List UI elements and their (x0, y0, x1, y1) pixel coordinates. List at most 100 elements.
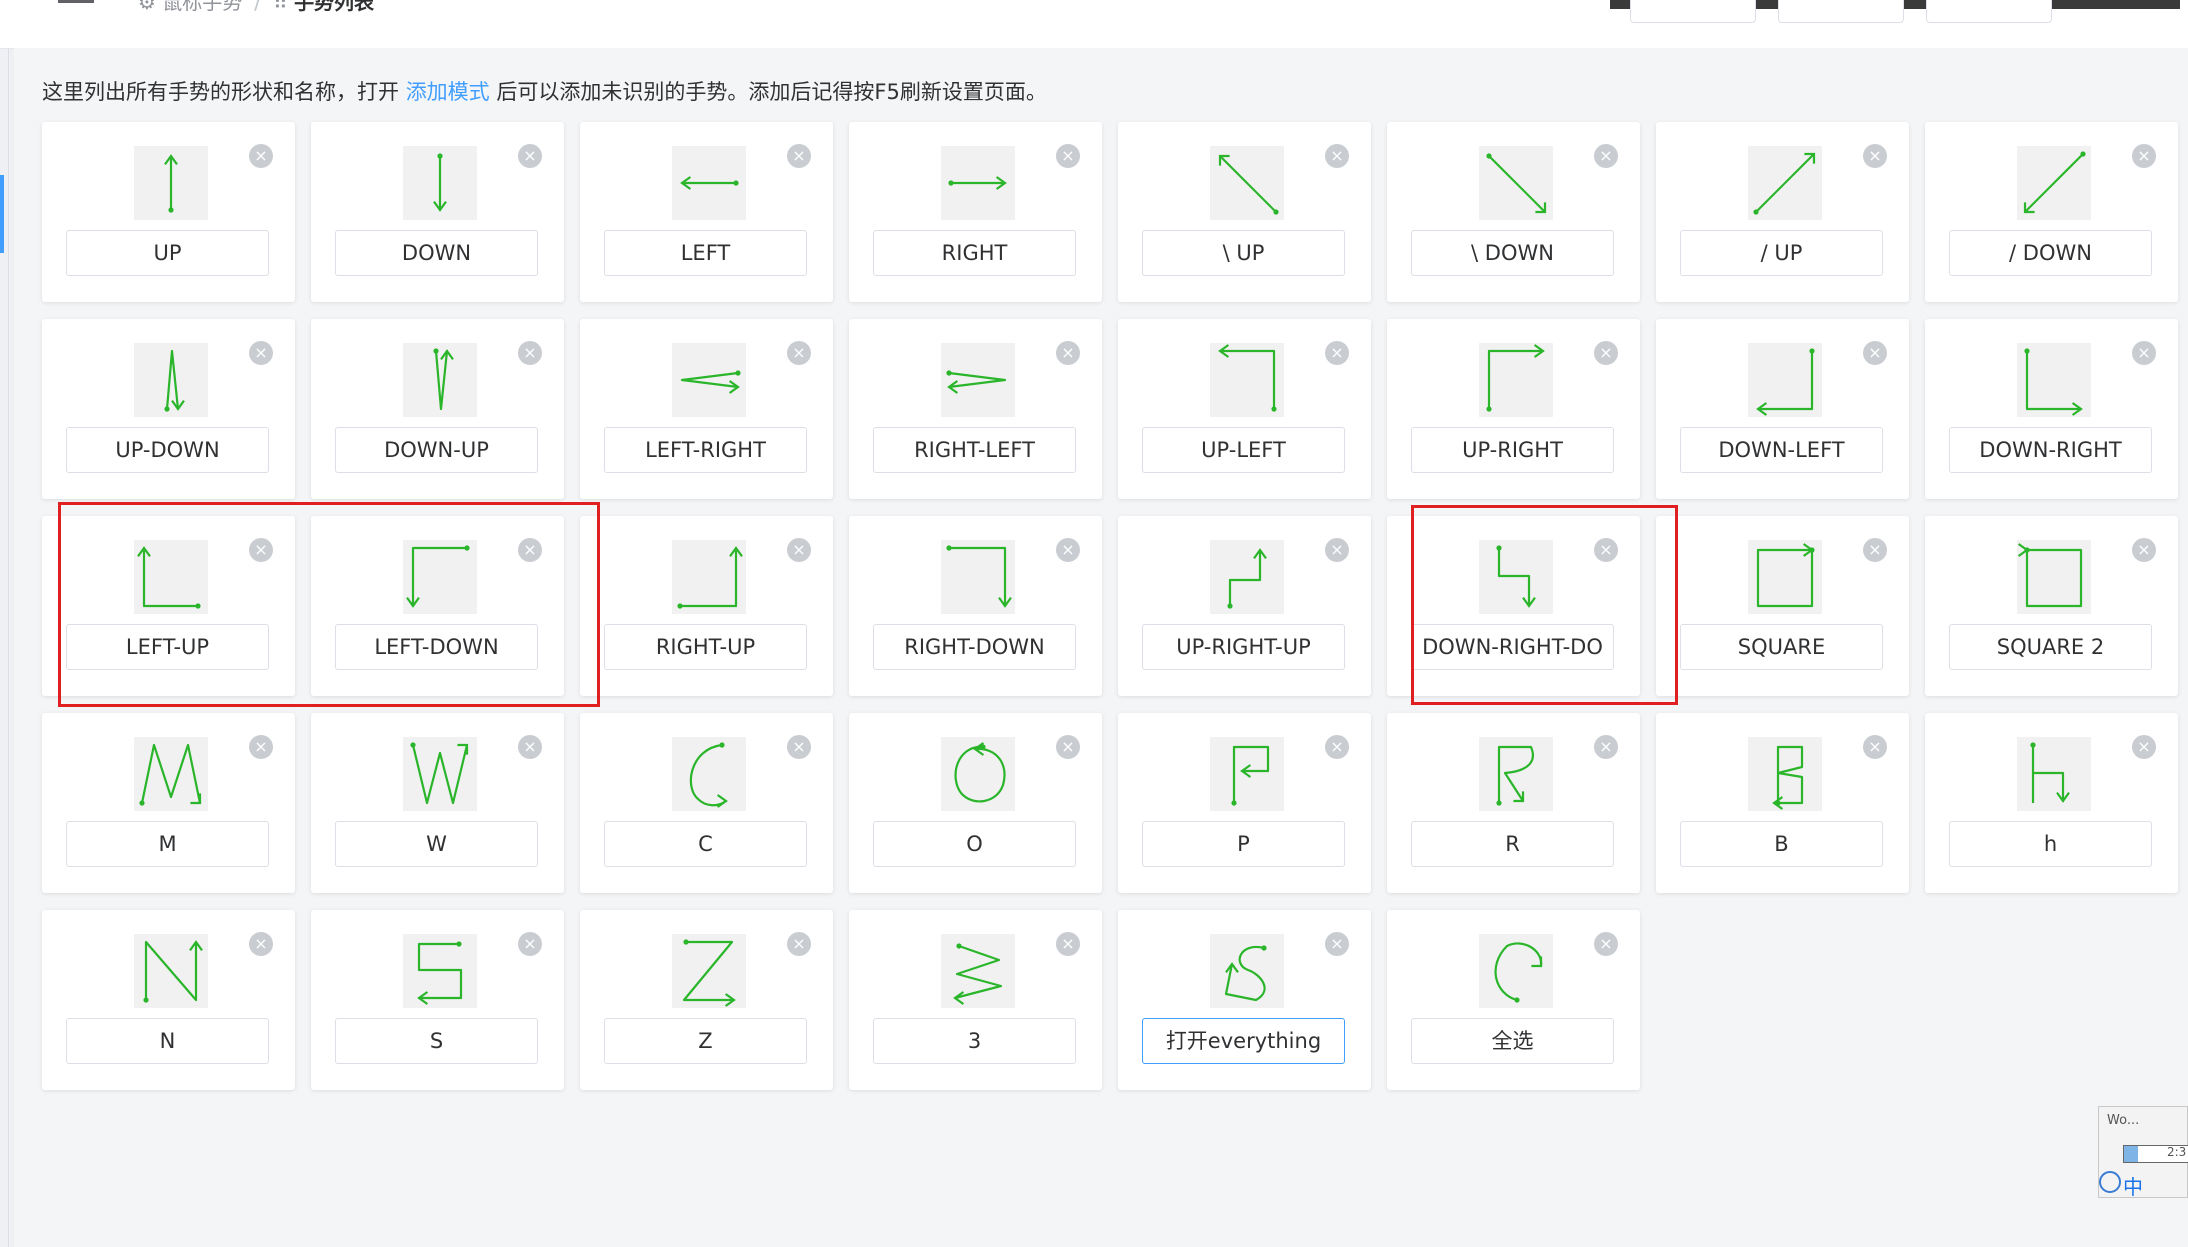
gesture-card[interactable]: × UP-LEFT (1118, 319, 1371, 499)
gesture-name-input[interactable]: Z (604, 1018, 807, 1064)
gesture-card[interactable]: × RIGHT (849, 122, 1102, 302)
menu-toggle-icon[interactable] (58, 0, 94, 11)
gesture-card[interactable]: × UP (42, 122, 295, 302)
delete-gesture-icon[interactable]: × (249, 341, 273, 365)
gesture-name-input[interactable]: DOWN-RIGHT (1949, 427, 2152, 473)
gesture-card[interactable]: × RIGHT-DOWN (849, 516, 1102, 696)
gesture-name-input[interactable]: h (1949, 821, 2152, 867)
gesture-name-input[interactable]: R (1411, 821, 1614, 867)
delete-gesture-icon[interactable]: × (1056, 538, 1080, 562)
gesture-card[interactable]: × \ DOWN (1387, 122, 1640, 302)
gesture-card[interactable]: × UP-RIGHT-UP (1118, 516, 1371, 696)
gesture-name-input[interactable]: RIGHT-DOWN (873, 624, 1076, 670)
gesture-card[interactable]: × 全选 (1387, 910, 1640, 1090)
delete-gesture-icon[interactable]: × (518, 932, 542, 956)
gesture-name-input[interactable]: SQUARE (1680, 624, 1883, 670)
gesture-card[interactable]: × SQUARE (1656, 516, 1909, 696)
gesture-card[interactable]: × M (42, 713, 295, 893)
gesture-card[interactable]: × C (580, 713, 833, 893)
gesture-card[interactable]: × R (1387, 713, 1640, 893)
delete-gesture-icon[interactable]: × (1325, 144, 1349, 168)
delete-gesture-icon[interactable]: × (787, 932, 811, 956)
gesture-name-input[interactable]: O (873, 821, 1076, 867)
gesture-name-input[interactable]: RIGHT (873, 230, 1076, 276)
delete-gesture-icon[interactable]: × (1594, 735, 1618, 759)
delete-gesture-icon[interactable]: × (1325, 735, 1349, 759)
delete-gesture-icon[interactable]: × (1325, 538, 1349, 562)
gesture-name-input[interactable]: \ UP (1142, 230, 1345, 276)
gesture-card[interactable]: × LEFT (580, 122, 833, 302)
gesture-card[interactable]: × UP-RIGHT (1387, 319, 1640, 499)
gesture-card[interactable]: × SQUARE 2 (1925, 516, 2178, 696)
gesture-card[interactable]: × N (42, 910, 295, 1090)
header-button-1[interactable] (1630, 0, 1756, 23)
tray-widget[interactable]: Wo... 2:3 中 (2098, 1106, 2188, 1200)
header-button-3[interactable] (1926, 0, 2052, 23)
gesture-name-input[interactable]: UP-LEFT (1142, 427, 1345, 473)
breadcrumb-parent[interactable]: 鼠标手势 (162, 0, 242, 14)
gesture-name-input[interactable]: SQUARE 2 (1949, 624, 2152, 670)
delete-gesture-icon[interactable]: × (2132, 735, 2156, 759)
delete-gesture-icon[interactable]: × (2132, 144, 2156, 168)
gesture-card[interactable]: × RIGHT-LEFT (849, 319, 1102, 499)
gesture-name-input[interactable]: M (66, 821, 269, 867)
gesture-name-input[interactable]: / UP (1680, 230, 1883, 276)
gesture-card[interactable]: × 3 (849, 910, 1102, 1090)
delete-gesture-icon[interactable]: × (1863, 341, 1887, 365)
gesture-name-input[interactable]: N (66, 1018, 269, 1064)
gesture-name-input[interactable]: UP (66, 230, 269, 276)
gesture-card[interactable]: × RIGHT-UP (580, 516, 833, 696)
gesture-card[interactable]: × 打开everything (1118, 910, 1371, 1090)
gesture-name-input[interactable]: UP-RIGHT-UP (1142, 624, 1345, 670)
delete-gesture-icon[interactable]: × (249, 932, 273, 956)
delete-gesture-icon[interactable]: × (1056, 932, 1080, 956)
gesture-name-input[interactable]: RIGHT-UP (604, 624, 807, 670)
gesture-name-input[interactable]: DOWN-LEFT (1680, 427, 1883, 473)
delete-gesture-icon[interactable]: × (518, 144, 542, 168)
delete-gesture-icon[interactable]: × (1056, 144, 1080, 168)
gesture-name-input[interactable]: UP-RIGHT (1411, 427, 1614, 473)
delete-gesture-icon[interactable]: × (2132, 341, 2156, 365)
gesture-name-input[interactable]: B (1680, 821, 1883, 867)
delete-gesture-icon[interactable]: × (1594, 341, 1618, 365)
gesture-name-input[interactable]: 3 (873, 1018, 1076, 1064)
add-mode-link[interactable]: 添加模式 (406, 80, 490, 104)
gesture-card[interactable]: × / UP (1656, 122, 1909, 302)
delete-gesture-icon[interactable]: × (1594, 932, 1618, 956)
delete-gesture-icon[interactable]: × (518, 341, 542, 365)
delete-gesture-icon[interactable]: × (1863, 538, 1887, 562)
delete-gesture-icon[interactable]: × (2132, 538, 2156, 562)
gesture-card[interactable]: × W (311, 713, 564, 893)
gesture-name-input[interactable]: C (604, 821, 807, 867)
delete-gesture-icon[interactable]: × (1325, 932, 1349, 956)
gesture-card[interactable]: × P (1118, 713, 1371, 893)
gesture-card[interactable]: × LEFT-RIGHT (580, 319, 833, 499)
gesture-card[interactable]: × h (1925, 713, 2178, 893)
gesture-name-input[interactable]: LEFT-RIGHT (604, 427, 807, 473)
delete-gesture-icon[interactable]: × (249, 144, 273, 168)
gesture-name-input[interactable]: DOWN-UP (335, 427, 538, 473)
gesture-name-input[interactable]: \ DOWN (1411, 230, 1614, 276)
gesture-card[interactable]: × DOWN-RIGHT (1925, 319, 2178, 499)
gesture-name-input[interactable]: DOWN (335, 230, 538, 276)
gesture-name-input[interactable]: / DOWN (1949, 230, 2152, 276)
gesture-card[interactable]: × S (311, 910, 564, 1090)
gesture-card[interactable]: × UP-DOWN (42, 319, 295, 499)
ime-indicator[interactable]: 中 (2123, 1171, 2143, 1200)
delete-gesture-icon[interactable]: × (787, 144, 811, 168)
gesture-name-input[interactable]: RIGHT-LEFT (873, 427, 1076, 473)
delete-gesture-icon[interactable]: × (1056, 341, 1080, 365)
gesture-name-input[interactable]: S (335, 1018, 538, 1064)
delete-gesture-icon[interactable]: × (1325, 341, 1349, 365)
delete-gesture-icon[interactable]: × (518, 735, 542, 759)
gesture-card[interactable]: × Z (580, 910, 833, 1090)
gesture-name-input[interactable]: P (1142, 821, 1345, 867)
delete-gesture-icon[interactable]: × (1863, 144, 1887, 168)
gesture-card[interactable]: × DOWN-UP (311, 319, 564, 499)
gesture-card[interactable]: × B (1656, 713, 1909, 893)
delete-gesture-icon[interactable]: × (787, 538, 811, 562)
delete-gesture-icon[interactable]: × (1863, 735, 1887, 759)
gesture-name-input[interactable]: W (335, 821, 538, 867)
gesture-name-input[interactable]: LEFT (604, 230, 807, 276)
gesture-card[interactable]: × / DOWN (1925, 122, 2178, 302)
